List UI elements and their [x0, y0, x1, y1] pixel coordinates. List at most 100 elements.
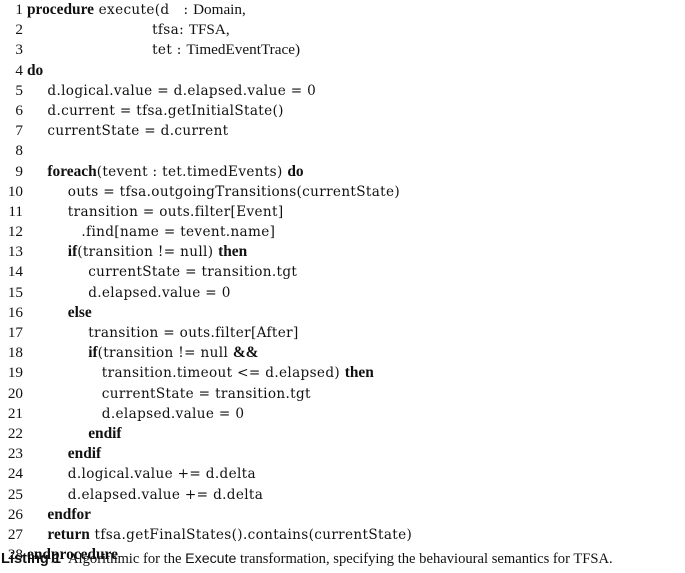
line-number: 1	[15, 1, 23, 18]
code-keyword: else	[67, 303, 92, 321]
code-text: d.elapsed.value = 0	[88, 284, 231, 301]
code-line-text: do	[23, 61, 685, 81]
line-number: 10	[7, 182, 23, 200]
code-line-text: transition = outs.filter[After]	[23, 323, 685, 343]
listing-figure: 1 procedure execute(d : Domain, 2 tfsa: TFS…	[0, 0, 685, 573]
code-text: execute(d :	[93, 2, 194, 18]
code-line: 17 transition = outs.filter[After]	[0, 323, 685, 343]
code-text: transition = outs.filter[After]	[88, 325, 299, 341]
code-line: 5 d.logical.value = d.elapsed.value = 0	[0, 81, 685, 101]
code-line-text: tet : TimedEventTrace)	[23, 40, 685, 60]
code-line-text: else	[23, 303, 685, 323]
code-line-text: procedure execute(d : Domain,	[23, 0, 685, 20]
code-text: outs = tfsa.outgoingTransitions(currentS…	[67, 183, 401, 200]
caption-mono-term: Execute	[185, 551, 237, 567]
code-text: (transition != null)	[77, 244, 219, 261]
line-number: 18	[7, 344, 23, 362]
code-line: 1 procedure execute(d : Domain,	[0, 0, 685, 20]
code-keyword: if	[88, 344, 98, 362]
line-number: 13	[7, 243, 23, 261]
code-line: 13 if(transition != null) then	[0, 242, 685, 262]
code-line: 27 return tfsa.getFinalStates().contains(…	[0, 525, 685, 545]
code-keyword: endif	[67, 445, 102, 463]
line-number: 4	[15, 61, 23, 79]
code-line-text: d.logical.value = d.elapsed.value = 0	[23, 81, 685, 101]
code-keyword: endfor	[47, 505, 91, 523]
code-line: 12 .find[name = tevent.name]	[0, 222, 685, 242]
code-keyword: do	[287, 162, 304, 180]
code-text: tfsa:	[152, 22, 189, 39]
line-number: 24	[7, 465, 23, 483]
code-line-text: endif	[23, 424, 685, 444]
line-number: 12	[7, 223, 23, 241]
code-line-text: transition = outs.filter[Event]	[23, 202, 685, 222]
code-line-text: d.elapsed.value += d.delta	[23, 485, 685, 505]
line-number: 20	[7, 384, 23, 402]
line-number: 16	[7, 303, 23, 321]
code-text: d.logical.value = d.elapsed.value = 0	[47, 82, 317, 99]
code-line-text: currentState = d.current	[23, 121, 685, 141]
code-line-text: currentState = transition.tgt	[23, 262, 685, 282]
code-line: 7 currentState = d.current	[0, 121, 685, 141]
code-text: d.current = tfsa.getInitialState()	[47, 102, 284, 119]
code-line-text: outs = tfsa.outgoingTransitions(currentS…	[23, 182, 685, 202]
line-number: 3	[15, 41, 23, 59]
line-number: 7	[15, 122, 23, 140]
line-number: 27	[7, 525, 23, 543]
code-line-text: .find[name = tevent.name]	[23, 222, 685, 242]
code-text: .find[name = tevent.name]	[81, 224, 276, 241]
code-line: 6 d.current = tfsa.getInitialState()	[0, 101, 685, 121]
code-line-text: d.elapsed.value = 0	[23, 404, 685, 424]
line-number: 22	[7, 424, 23, 442]
code-line: 18 if(transition != null &&	[0, 343, 685, 363]
line-number: 9	[15, 162, 23, 180]
code-keyword: &&	[232, 344, 259, 362]
code-line-text: return tfsa.getFinalStates().contains(cu…	[23, 525, 685, 545]
code-line: 20 currentState = transition.tgt	[0, 384, 685, 404]
code-line: 16 else	[0, 303, 685, 323]
line-number: 15	[7, 283, 23, 301]
code-line: 8	[0, 141, 685, 161]
caption-text-before: Algorithmic for the	[68, 551, 186, 567]
line-number: 8	[15, 142, 23, 160]
figure-caption: Listing 1 Algorithmic for the Execute tra…	[1, 550, 685, 569]
code-line: 10 outs = tfsa.outgoingTransitions(curren…	[0, 182, 685, 202]
code-keyword: then	[218, 243, 248, 261]
code-line: 3 tet : TimedEventTrace)	[0, 40, 685, 60]
code-keyword: then	[344, 364, 374, 382]
code-line-text: if(transition != null &&	[23, 343, 685, 363]
caption-label: Listing 1	[1, 551, 61, 567]
caption-text-after: transformation, specifying the behaviour…	[236, 551, 613, 567]
code-type-name: TimedEventTrace)	[186, 41, 301, 59]
code-line: 22 endif	[0, 424, 685, 444]
code-type-name: TFSA,	[188, 21, 230, 39]
line-number: 25	[7, 485, 23, 503]
line-number: 11	[8, 202, 23, 220]
code-line: 21 d.elapsed.value = 0	[0, 404, 685, 424]
code-line: 24 d.logical.value += d.delta	[0, 464, 685, 484]
code-line-text: tfsa: TFSA,	[23, 20, 685, 40]
code-line-text: endfor	[23, 505, 685, 525]
code-text: tfsa.getFinalStates().contains(currentSt…	[89, 526, 413, 543]
code-keyword: if	[67, 243, 78, 261]
code-text: d.logical.value += d.delta	[67, 466, 256, 483]
code-line: 19 transition.timeout <= d.elapsed) then	[0, 363, 685, 383]
code-line-text: currentState = transition.tgt	[23, 384, 685, 404]
code-type-name: Domain,	[193, 1, 246, 18]
code-line: 14 currentState = transition.tgt	[0, 262, 685, 282]
line-number: 19	[7, 364, 23, 382]
code-line-text: transition.timeout <= d.elapsed) then	[23, 363, 685, 383]
code-line: 15 d.elapsed.value = 0	[0, 283, 685, 303]
code-text: d.elapsed.value += d.delta	[67, 486, 264, 503]
code-text: (tevent : tet.timedEvents)	[96, 163, 288, 180]
line-number: 14	[7, 263, 23, 281]
code-text: tet :	[152, 42, 187, 59]
line-number: 2	[15, 21, 23, 39]
code-line-text: d.logical.value += d.delta	[23, 464, 685, 484]
code-text: transition.timeout <= d.elapsed)	[101, 365, 345, 382]
code-line-text: if(transition != null) then	[23, 242, 685, 262]
line-number: 26	[7, 505, 23, 523]
code-line: 9 foreach(tevent : tet.timedEvents) do	[0, 162, 685, 182]
code-line: 26 endfor	[0, 505, 685, 525]
code-text: d.elapsed.value = 0	[101, 405, 245, 422]
